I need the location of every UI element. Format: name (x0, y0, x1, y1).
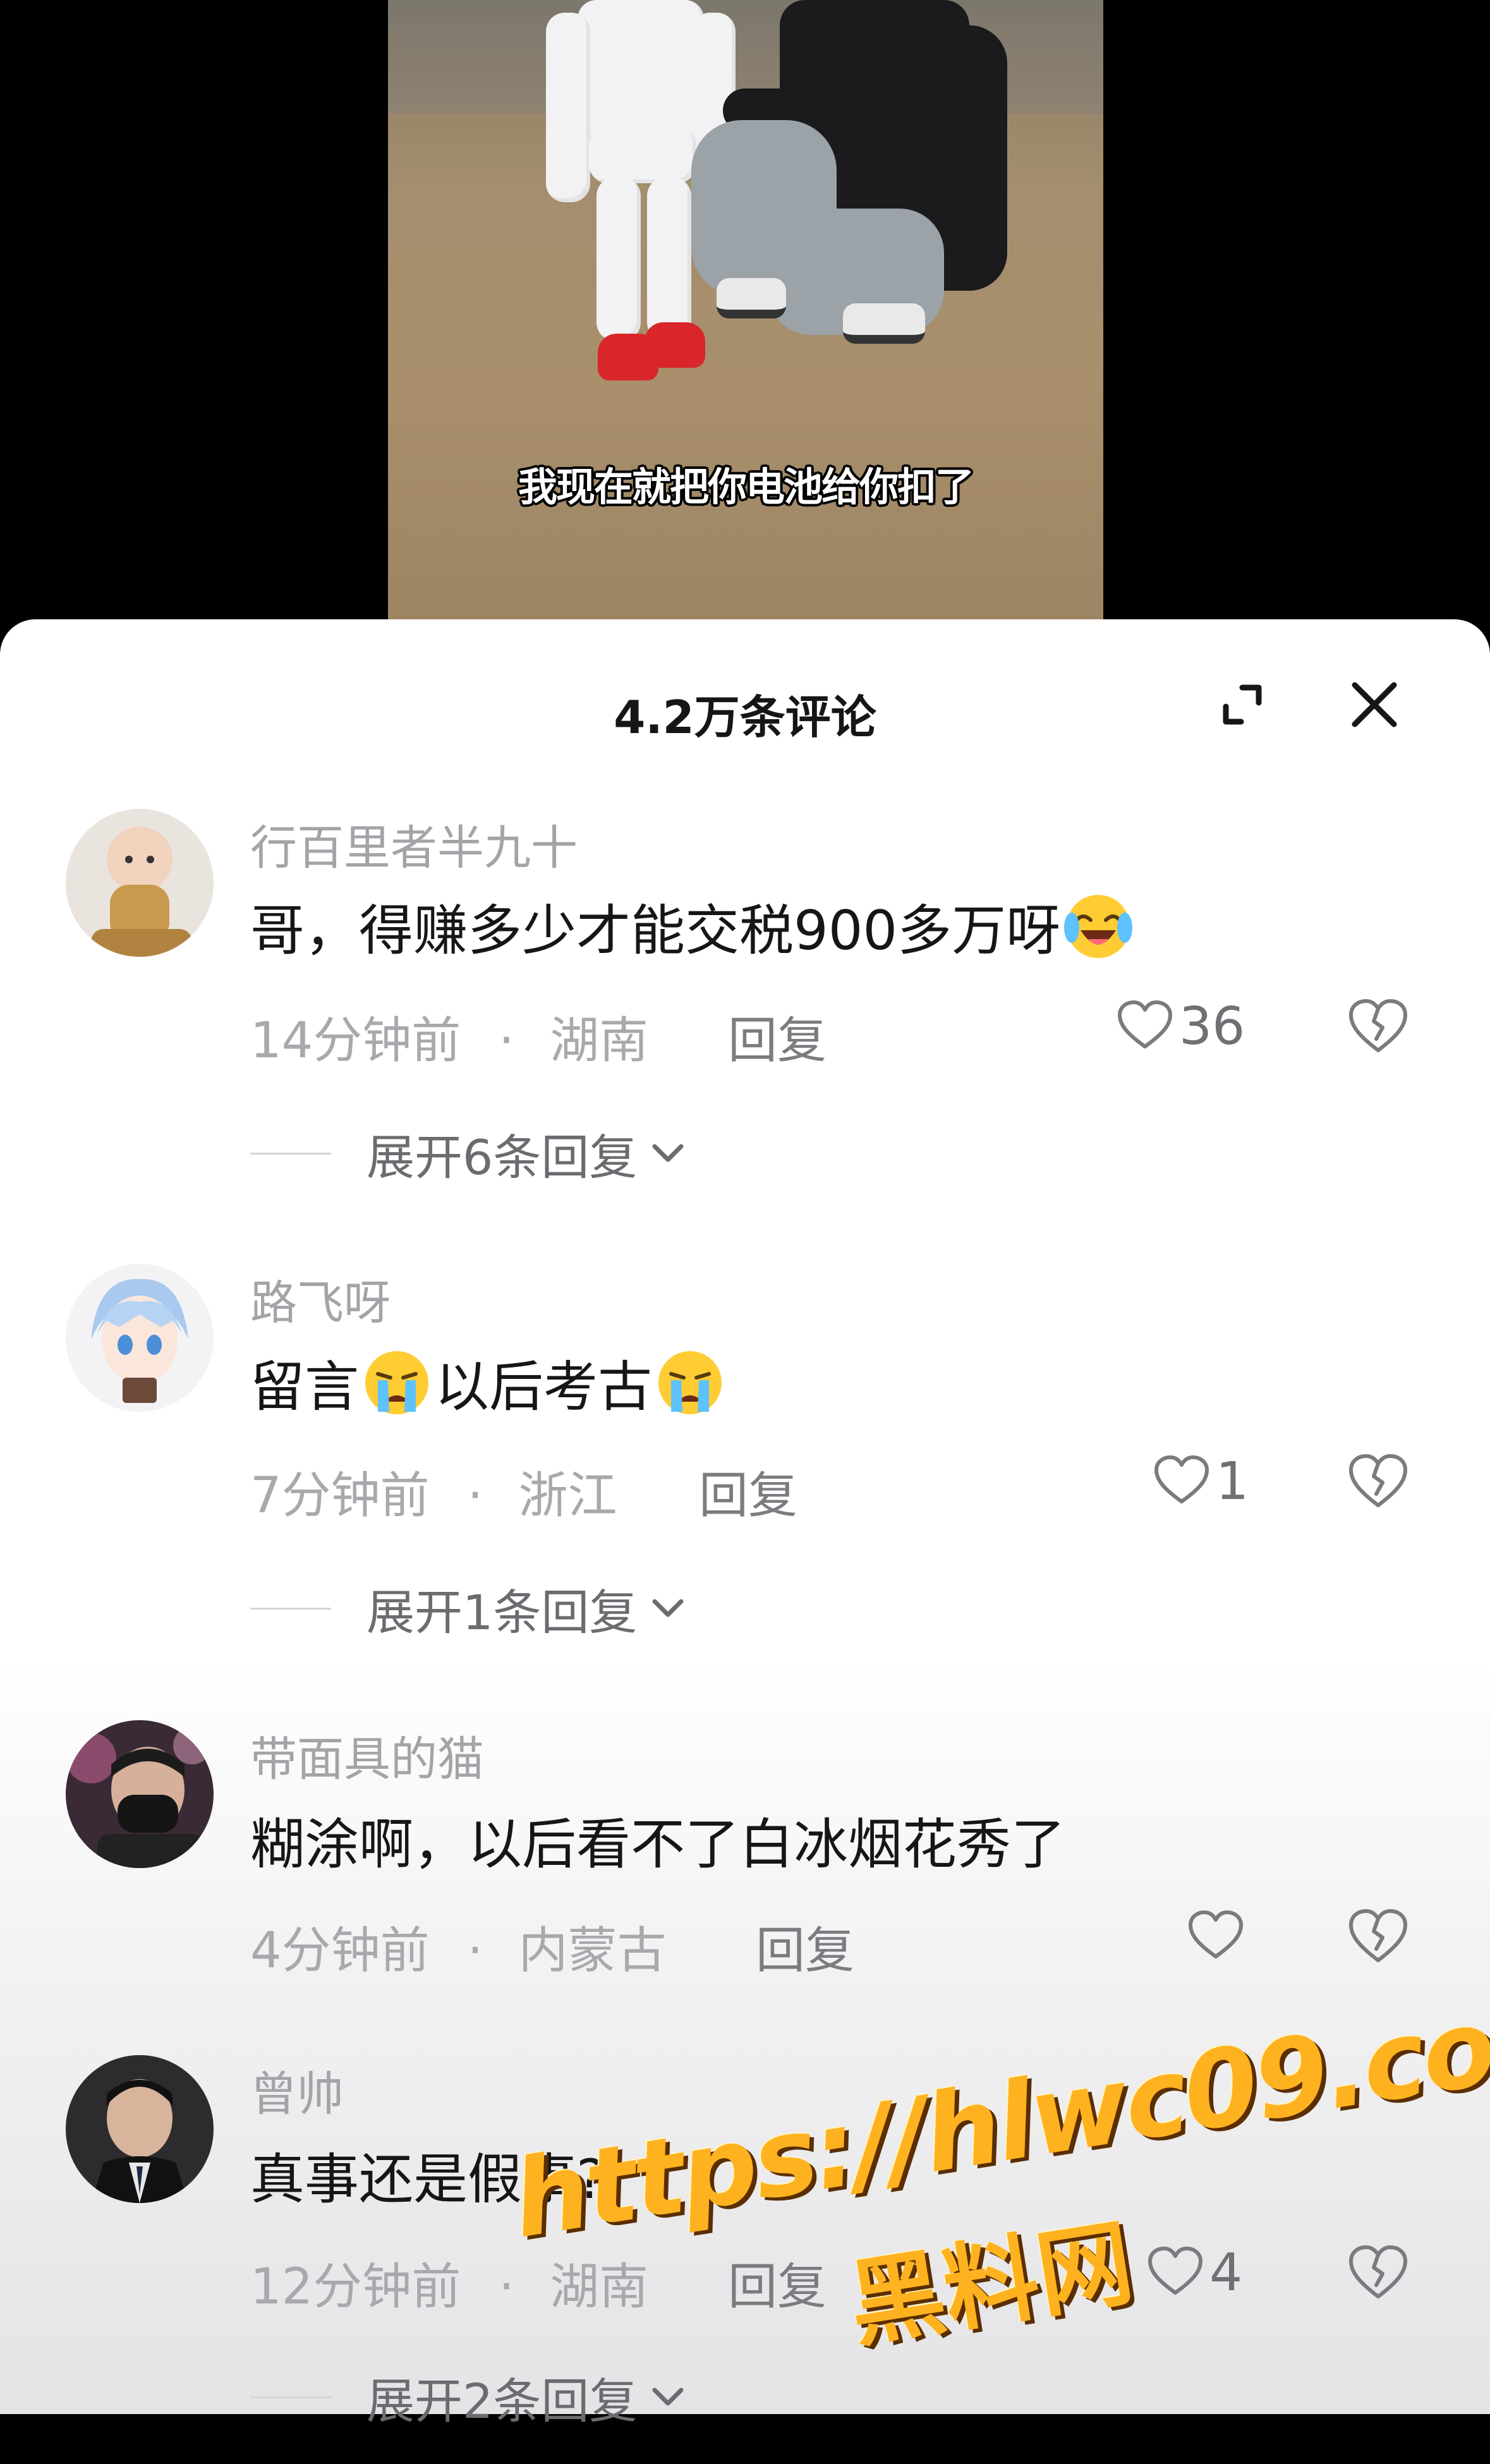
reply-button[interactable]: 回复 (699, 1456, 797, 1527)
chevron-down-icon (652, 1599, 684, 1617)
heart-icon (1148, 2247, 1202, 2295)
reply-button[interactable]: 回复 (756, 1911, 854, 1982)
expand-icon (1223, 684, 1262, 725)
dislike-button[interactable] (1343, 1447, 1413, 1517)
chevron-down-icon (652, 2388, 684, 2406)
broken-heart-icon (1349, 2245, 1407, 2298)
comment-text: 留言 以后考古 (250, 1341, 728, 1422)
avatar[interactable] (66, 1264, 214, 1412)
expand-replies-label: 展开1条回复 (366, 1584, 638, 1641)
heart-icon (1118, 1000, 1172, 1048)
expand-replies-label: 展开2条回复 (366, 2373, 638, 2429)
comment-meta: 7分钟前 · 浙江 (250, 1456, 617, 1527)
comment-meta: 12分钟前 · 湖南 (250, 2247, 648, 2318)
broken-heart-icon (1349, 1454, 1407, 1507)
comment-time: 12分钟前 (250, 2259, 461, 2315)
separator-dot: · (499, 2259, 515, 2315)
expand-replies-button[interactable]: 展开1条回复 (250, 1574, 690, 1643)
comment-location: 内蒙古 (518, 1922, 667, 1979)
comments-sheet: 4.2万条评论 行百里者半九十 哥，得赚多少才能交税900多万呀 14分钟前 ·… (0, 619, 1490, 2429)
crying-emoji-icon (658, 1351, 722, 1414)
comment-text: 哥，得赚多少才能交税900多万呀 (250, 885, 1136, 966)
divider (250, 1607, 331, 1610)
comment-text: 糊涂啊，以后看不了白冰烟花秀了 (250, 1813, 1065, 1876)
comment-meta: 4分钟前 · 内蒙古 (250, 1911, 666, 1982)
like-button[interactable]: 4 (1145, 2242, 1242, 2303)
comment-location: 湖南 (550, 1012, 649, 1069)
expand-replies-button[interactable]: 展开2条回复 (250, 2362, 690, 2432)
avatar[interactable] (66, 2055, 214, 2203)
separator-dot: · (467, 1467, 483, 1524)
crying-emoji-icon (365, 1351, 428, 1414)
dislike-button[interactable] (1343, 992, 1413, 1062)
reply-button[interactable]: 回复 (728, 1001, 827, 1072)
divider (250, 2396, 331, 2398)
comment-username[interactable]: 曾帅 (250, 2056, 344, 2124)
broken-heart-icon (1349, 999, 1407, 1052)
dislike-button[interactable] (1343, 2238, 1413, 2308)
comment-time: 7分钟前 (250, 1467, 430, 1524)
avatar[interactable] (66, 1720, 214, 1868)
broken-heart-icon (1349, 1909, 1407, 1962)
like-button[interactable]: 36 (1115, 996, 1245, 1057)
comment-text-part: 留言 (250, 1355, 359, 1419)
comment-time: 4分钟前 (250, 1922, 430, 1979)
heart-icon (1154, 1455, 1209, 1503)
expand-replies-button[interactable]: 展开6条回复 (250, 1119, 690, 1188)
comment-meta: 14分钟前 · 湖南 (250, 1001, 648, 1072)
comments-header: 4.2万条评论 (0, 670, 1490, 744)
comment-text-body: 哥，得赚多少才能交税900多万呀 (250, 899, 1061, 962)
laughing-crying-emoji-icon (1064, 895, 1133, 958)
expand-replies-label: 展开6条回复 (366, 1129, 638, 1186)
divider (250, 1152, 331, 1155)
reply-button[interactable]: 回复 (728, 2247, 827, 2318)
comment-username[interactable]: 路飞呀 (250, 1265, 391, 1333)
comment-location: 湖南 (550, 2259, 649, 2315)
separator-dot: · (499, 1012, 515, 1069)
avatar[interactable] (66, 809, 214, 957)
video-player[interactable]: 我现在就把你电池给你扣了 (0, 0, 1490, 638)
video-frame: 我现在就把你电池给你扣了 (388, 0, 1103, 638)
like-button[interactable] (1185, 1906, 1250, 1967)
like-button[interactable]: 1 (1151, 1451, 1249, 1512)
close-button[interactable] (1340, 670, 1409, 739)
comment-username[interactable]: 带面具的猫 (250, 1721, 484, 1789)
dislike-button[interactable] (1343, 1902, 1413, 1972)
comment-location: 浙江 (518, 1467, 617, 1524)
heart-icon (1189, 1910, 1243, 1958)
comment-time: 14分钟前 (250, 1012, 461, 1069)
comment-text-part: 以后考古 (435, 1355, 652, 1419)
like-count: 4 (1209, 2242, 1243, 2303)
like-count: 36 (1179, 996, 1245, 1057)
expand-button[interactable] (1207, 670, 1276, 739)
video-subtitle: 我现在就把你电池给你扣了 (518, 464, 974, 510)
like-count: 1 (1216, 1451, 1249, 1512)
comment-username[interactable]: 行百里者半九十 (250, 810, 578, 878)
chevron-down-icon (652, 1144, 684, 1162)
comment-text: 真事还是假事? (250, 2148, 605, 2211)
close-icon (1352, 682, 1397, 727)
separator-dot: · (467, 1922, 483, 1979)
person-image (388, 0, 1103, 638)
